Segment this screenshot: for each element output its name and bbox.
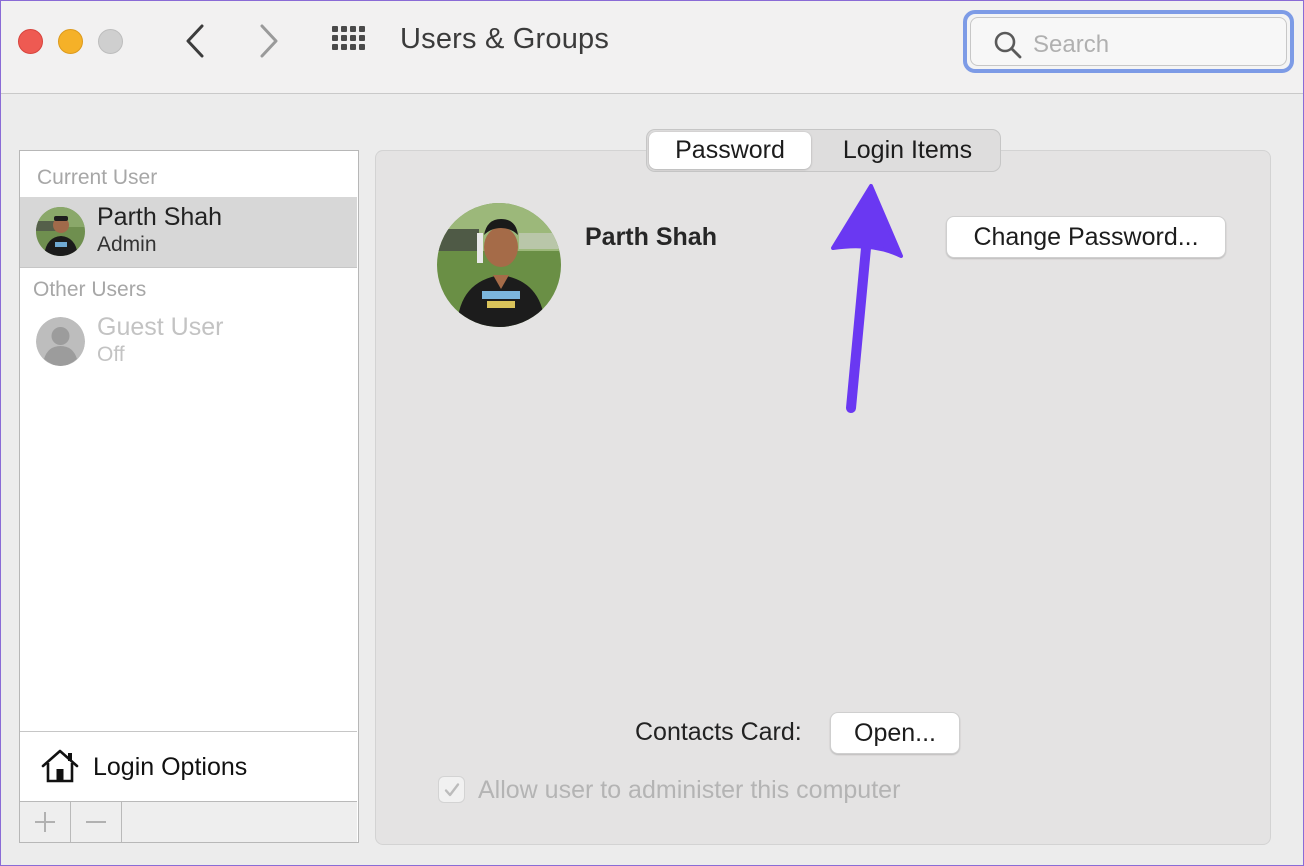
window-title: Users & Groups (400, 23, 610, 55)
annotation-arrow-icon (831, 184, 903, 413)
search-icon (994, 31, 1022, 59)
sidebar-toolbar (20, 801, 357, 842)
segmented-tab-control: Password Login Items (646, 129, 1001, 172)
plus-icon (35, 812, 55, 832)
login-options-label: Login Options (93, 753, 248, 781)
system-preferences-window: Users & Groups Current User (0, 0, 1304, 866)
user-avatar (36, 207, 85, 256)
tab-password[interactable]: Password (649, 132, 811, 169)
profile-user-name: Parth Shah (585, 223, 717, 251)
title-bar: Users & Groups (1, 1, 1303, 94)
search-field-inner (970, 17, 1287, 66)
zoom-window-button[interactable] (98, 29, 123, 54)
other-users-header: Other Users (33, 278, 147, 301)
guest-avatar (36, 317, 85, 366)
close-window-button[interactable] (18, 29, 43, 54)
current-user-name: Parth Shah (97, 203, 223, 231)
open-contacts-card-button[interactable]: Open... (830, 712, 960, 754)
back-button[interactable] (175, 19, 215, 63)
users-sidebar: Current User Parth Shah Admin Other User… (19, 150, 359, 843)
guest-user-name: Guest User (97, 313, 224, 341)
tab-login-items[interactable]: Login Items (815, 130, 1000, 171)
change-password-button[interactable]: Change Password... (946, 216, 1226, 258)
sidebar-divider (20, 267, 357, 268)
minimize-window-button[interactable] (58, 29, 83, 54)
person-silhouette-icon (36, 317, 85, 366)
search-field[interactable] (963, 10, 1294, 73)
current-user-role: Admin (97, 233, 157, 256)
guest-user-status: Off (97, 343, 125, 366)
admin-checkbox[interactable] (438, 776, 465, 803)
remove-user-button[interactable] (71, 802, 122, 842)
sidebar-user-current[interactable]: Parth Shah Admin (20, 197, 357, 267)
sidebar-user-guest[interactable]: Guest User Off (20, 307, 357, 377)
admin-checkbox-label: Allow user to administer this computer (478, 776, 901, 804)
profile-picture-icon (437, 203, 561, 327)
search-input[interactable] (1033, 28, 1273, 62)
chevron-left-icon (186, 24, 204, 58)
login-options-button[interactable]: Login Options (20, 731, 357, 801)
minus-icon (86, 821, 106, 823)
user-photo-icon (36, 207, 85, 256)
checkmark-icon (444, 782, 459, 796)
current-user-header: Current User (37, 166, 158, 189)
contacts-card-label: Contacts Card: (635, 718, 802, 746)
home-icon (41, 749, 79, 783)
forward-button[interactable] (249, 19, 289, 63)
add-user-button[interactable] (20, 802, 71, 842)
show-all-grid-button[interactable] (329, 23, 371, 61)
profile-photo[interactable] (437, 203, 561, 327)
chevron-right-icon (260, 24, 278, 58)
